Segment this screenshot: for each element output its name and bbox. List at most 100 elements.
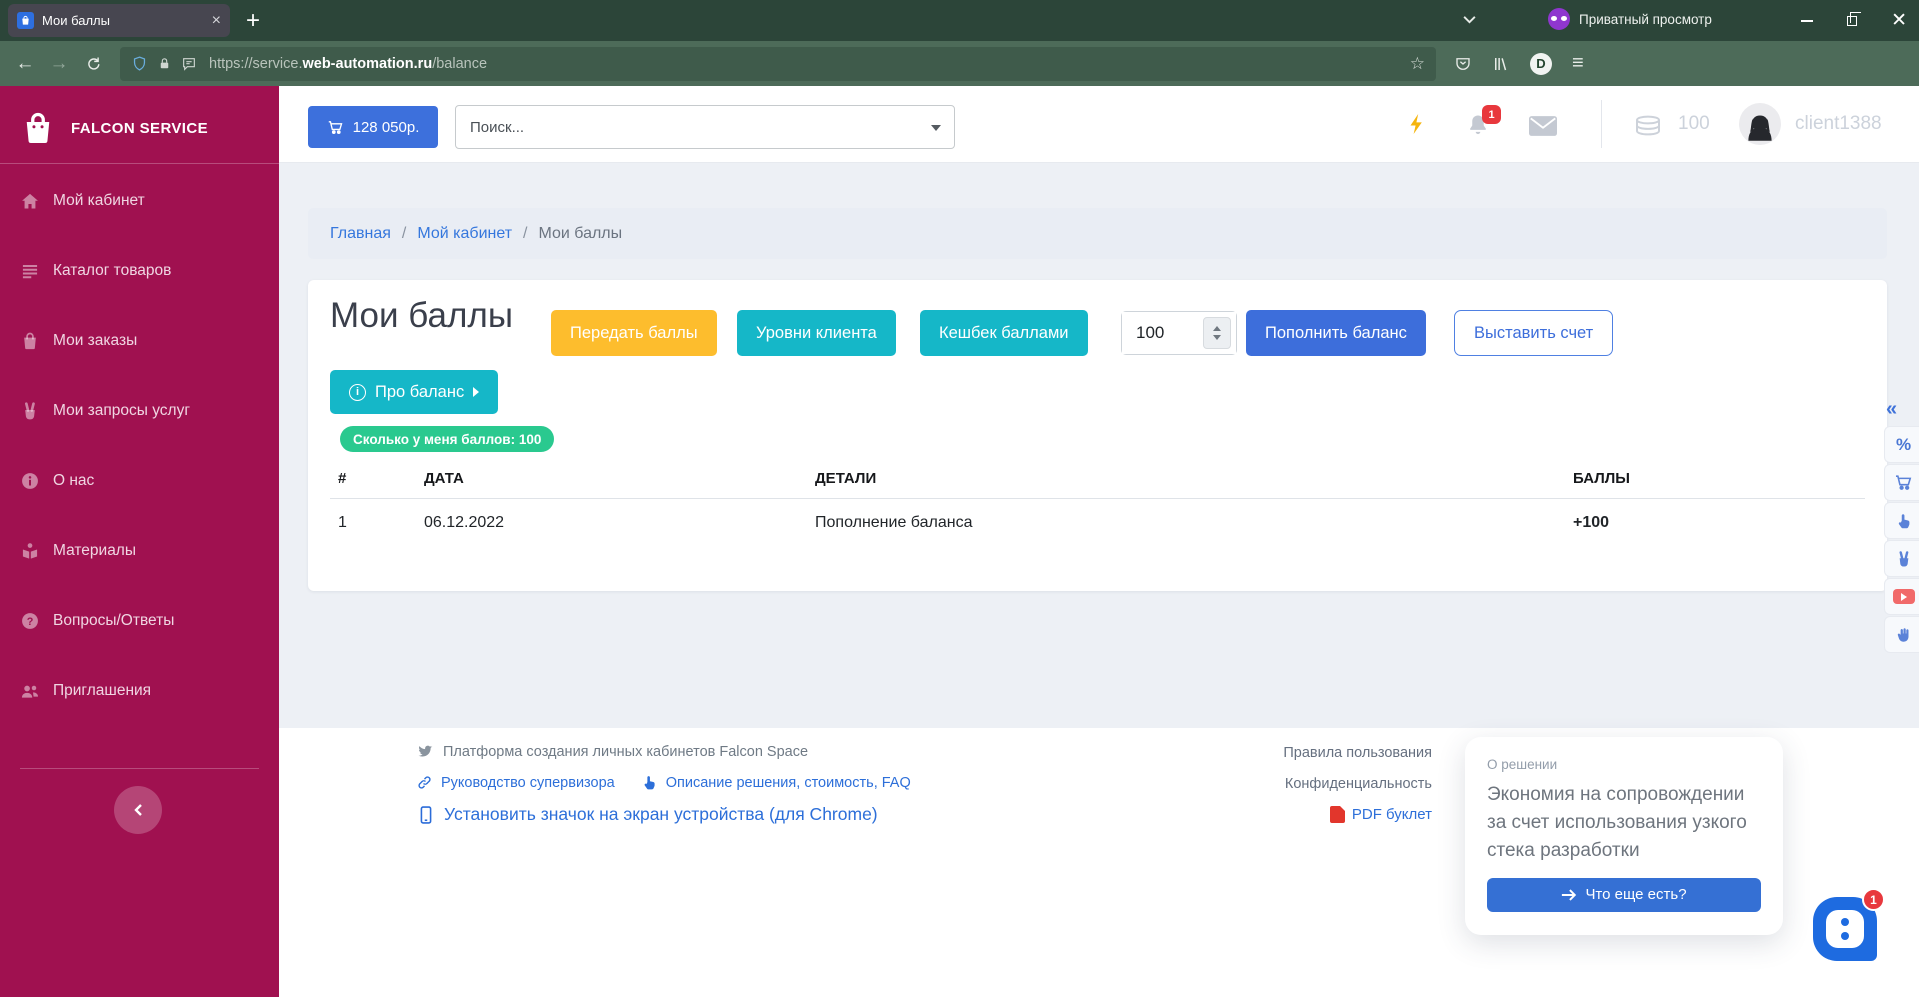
sidebar-item-materials[interactable]: Материалы (0, 516, 279, 586)
promo-more-button[interactable]: Что еще есть? (1487, 877, 1761, 912)
back-button[interactable]: ← (8, 47, 42, 81)
question-icon: ? (20, 611, 40, 631)
permissions-icon[interactable] (181, 56, 197, 72)
transfer-points-button[interactable]: Передать баллы (551, 310, 717, 356)
rail-victory-button[interactable] (1884, 540, 1919, 577)
amount-input-wrap (1121, 311, 1237, 355)
privacy-link[interactable]: Конфиденциальность (1285, 776, 1432, 792)
private-browsing-label: Приватный просмотр (1579, 11, 1712, 27)
breadcrumb-current: Мои баллы (538, 224, 623, 242)
cart-total: 128 050р. (352, 118, 420, 136)
terms-link[interactable]: Правила пользования (1283, 745, 1432, 761)
sidebar-item-service-requests[interactable]: Мои запросы услуг (0, 376, 279, 446)
breadcrumb-separator: / (401, 224, 407, 242)
brand-bag-icon (26, 112, 50, 143)
pdf-booklet-link[interactable]: PDF буклет (1329, 806, 1432, 823)
sidebar-item-label: Мои заказы (53, 332, 138, 349)
cell-points: +100 (1573, 514, 1610, 531)
app-header: 128 050р. 1 100 client1388 (279, 86, 1919, 163)
solution-description-label: Описание решения, стоимость, FAQ (665, 774, 911, 791)
spinner-down-icon[interactable] (1213, 335, 1221, 340)
sidebar-item-cabinet[interactable]: Мой кабинет (0, 166, 279, 236)
points-table: # ДАТА ДЕТАЛИ БАЛЛЫ 1 06.12.2022 Пополне… (330, 462, 1865, 544)
chevron-down-icon[interactable] (931, 125, 941, 131)
envelope-icon[interactable] (1529, 116, 1557, 136)
breadcrumb-home-link[interactable]: Главная (330, 225, 391, 243)
username[interactable]: client1388 (1795, 113, 1882, 135)
tab-list-chevron-icon[interactable] (1462, 12, 1477, 27)
info-icon (20, 471, 40, 491)
browser-tab-bar: Мои баллы × + Приватный просмотр ✕ (0, 0, 1919, 41)
sidebar-item-label: Приглашения (53, 682, 152, 699)
bird-icon (418, 745, 433, 757)
install-icon-link[interactable]: Установить значок на экран устройства (д… (416, 804, 878, 825)
window-close-icon[interactable]: ✕ (1891, 11, 1907, 30)
rail-cart-button[interactable] (1884, 464, 1919, 501)
number-spinner[interactable] (1203, 317, 1231, 349)
search-select[interactable] (455, 105, 955, 149)
col-date: ДАТА (416, 462, 807, 499)
cart-icon (328, 120, 343, 134)
notification-badge: 1 (1482, 105, 1501, 124)
topup-balance-button[interactable]: Пополнить баланс (1246, 310, 1426, 356)
forward-button[interactable]: → (42, 47, 76, 81)
cart-button[interactable]: 128 050р. (308, 106, 438, 148)
tracking-shield-icon[interactable] (131, 55, 148, 72)
sidebar-collapse-button[interactable] (114, 786, 162, 834)
sidebar-item-catalog[interactable]: Каталог товаров (0, 236, 279, 306)
rail-collapse-left-icon[interactable]: « (1886, 398, 1897, 421)
chat-icon (1826, 910, 1864, 948)
about-balance-button[interactable]: i Про баланс (330, 370, 499, 414)
header-divider (1601, 100, 1602, 148)
bookmark-star-icon[interactable]: ☆ (1410, 54, 1425, 74)
search-input[interactable] (456, 106, 954, 148)
promo-text: Экономия на сопровождении за счет исполь… (1487, 784, 1747, 861)
supervisor-guide-link[interactable]: Руководство супервизора (416, 774, 615, 791)
rail-hand-button[interactable] (1884, 616, 1919, 653)
sidebar-item-faq[interactable]: ? Вопросы/Ответы (0, 586, 279, 656)
avatar[interactable] (1739, 103, 1781, 145)
spinner-up-icon[interactable] (1213, 326, 1221, 331)
sidebar-item-invitations[interactable]: Приглашения (0, 656, 279, 726)
col-points: БАЛЛЫ (1565, 462, 1865, 499)
cell-num: 1 (338, 514, 347, 531)
reload-button[interactable] (76, 47, 110, 81)
cell-date: 06.12.2022 (424, 514, 505, 531)
new-tab-button[interactable]: + (246, 8, 260, 33)
install-icon-label: Установить значок на экран устройства (д… (444, 804, 878, 824)
pocket-icon[interactable] (1454, 55, 1472, 73)
sidebar-item-orders[interactable]: Мои заказы (0, 306, 279, 376)
browser-tab[interactable]: Мои баллы × (8, 4, 230, 37)
promo-title: О решении (1487, 757, 1558, 772)
sidebar-item-label: Материалы (53, 542, 136, 559)
point-finger-icon (1898, 513, 1909, 528)
rail-point-button[interactable] (1884, 502, 1919, 539)
raised-hand-icon (1897, 627, 1908, 642)
breadcrumb-separator: / (523, 224, 528, 242)
url-text[interactable]: https://service.web-automation.ru/balanc… (209, 56, 487, 72)
link-icon (418, 776, 431, 789)
url-bar[interactable]: https://service.web-automation.ru/balanc… (120, 46, 1436, 81)
pdf-icon (1329, 806, 1345, 823)
extension-account-icon[interactable]: D (1530, 52, 1552, 75)
rail-youtube-button[interactable] (1884, 578, 1919, 615)
caret-right-icon (473, 387, 480, 397)
brand[interactable]: FALCON SERVICE (0, 86, 279, 146)
window-minimize-icon[interactable] (1801, 19, 1814, 22)
breadcrumb-cabinet-link[interactable]: Мой кабинет (417, 225, 512, 243)
sidebar-bottom-divider (20, 768, 259, 769)
library-icon[interactable] (1492, 55, 1510, 73)
sidebar-item-about[interactable]: О нас (0, 446, 279, 516)
invoice-button[interactable]: Выставить счет (1454, 310, 1614, 356)
client-levels-button[interactable]: Уровни клиента (737, 310, 896, 356)
rail-percent-button[interactable]: % (1884, 426, 1919, 463)
tab-close-icon[interactable]: × (212, 12, 221, 29)
list-icon (20, 261, 40, 281)
promo-more-label: Что еще есть? (1585, 886, 1687, 904)
solution-description-link[interactable]: Описание решения, стоимость, FAQ (641, 774, 911, 791)
cashback-button[interactable]: Кешбек баллами (920, 310, 1088, 356)
lock-icon[interactable] (157, 56, 172, 71)
window-restore-icon[interactable] (1847, 11, 1862, 26)
menu-hamburger-icon[interactable]: ≡ (1572, 52, 1584, 75)
lightning-icon[interactable] (1405, 112, 1429, 136)
